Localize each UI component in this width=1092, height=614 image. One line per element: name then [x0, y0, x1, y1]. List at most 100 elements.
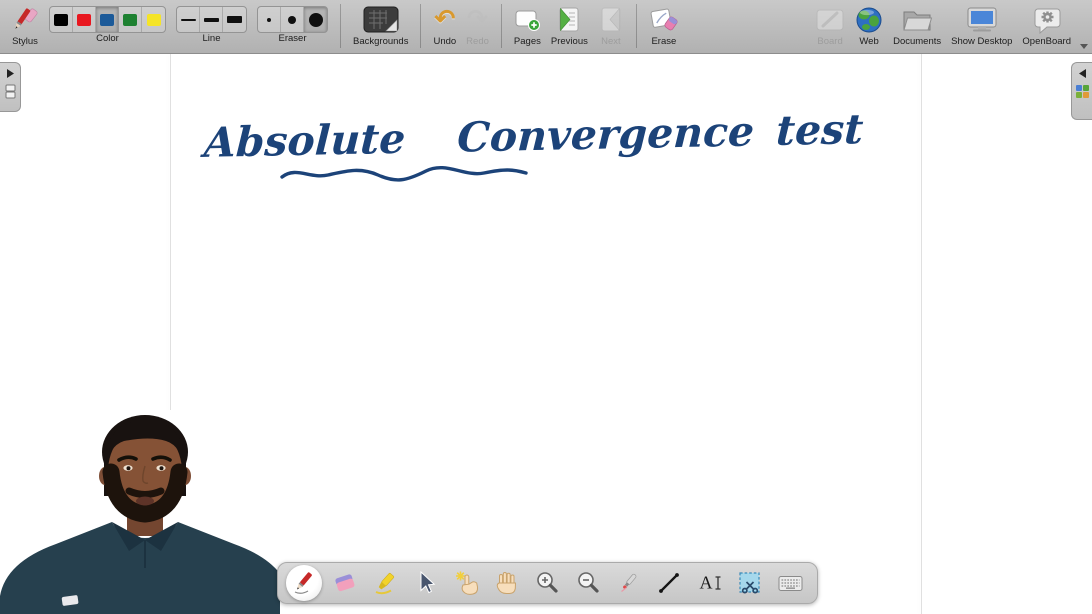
pages-label: Pages: [514, 36, 541, 47]
virtual-keyboard-tool-button[interactable]: [773, 565, 809, 601]
interact-tool-button[interactable]: [448, 565, 484, 601]
line-group: Line: [176, 0, 247, 44]
undo-icon: ↶: [434, 7, 455, 32]
cursor-arrow-icon: [413, 570, 439, 596]
next-label: Next: [601, 36, 621, 47]
new-page-icon: [514, 3, 541, 36]
erase-page-button[interactable]: Erase: [649, 0, 679, 47]
highlighter-icon: [372, 570, 398, 596]
toolbar-overflow-caret-icon[interactable]: [1080, 44, 1088, 49]
show-desktop-icon: [965, 3, 999, 36]
backgrounds-icon: [362, 3, 400, 36]
redo-label: Redo: [466, 36, 489, 47]
page-right-edge: [921, 54, 922, 614]
yellow-swatch: [147, 14, 161, 26]
hand-tool-button[interactable]: [489, 565, 525, 601]
expand-right-arrow-icon: [5, 68, 16, 79]
stylus-icon: [11, 3, 39, 36]
text-tool-icon: A: [697, 570, 723, 596]
eraser-large-button[interactable]: [304, 7, 327, 32]
board-mode-button[interactable]: Board: [815, 0, 845, 47]
line-icon: [656, 570, 682, 596]
eraser-medium-button[interactable]: [281, 7, 304, 32]
selector-tool-button[interactable]: [408, 565, 444, 601]
board-label: Board: [817, 36, 842, 47]
web-mode-button[interactable]: Web: [855, 0, 883, 47]
color-swatch-yellow[interactable]: [142, 7, 165, 32]
toolbar-separator: [636, 4, 637, 48]
line-thin-button[interactable]: [177, 7, 200, 32]
undo-button[interactable]: ↶ Undo: [433, 0, 456, 47]
keyboard-icon: [777, 570, 804, 596]
title-word-2: Convergence: [456, 107, 755, 161]
zoom-in-tool-button[interactable]: [529, 565, 565, 601]
show-desktop-button[interactable]: Show Desktop: [951, 0, 1012, 47]
black-swatch: [54, 14, 68, 26]
openboard-gear-icon: [1032, 3, 1062, 36]
presenter-figure: [0, 410, 280, 614]
previous-page-button[interactable]: Previous: [551, 0, 588, 47]
laser-pointer-tool-button[interactable]: [611, 565, 647, 601]
text-tool-button[interactable]: A: [692, 565, 728, 601]
backgrounds-button[interactable]: Backgrounds: [353, 0, 408, 47]
documents-label: Documents: [893, 36, 941, 47]
presenter-video-overlay: [0, 410, 280, 614]
capture-icon: [737, 570, 763, 596]
small-dot-icon: [267, 18, 271, 22]
eraser-label: Eraser: [279, 33, 307, 44]
web-label: Web: [859, 36, 878, 47]
next-page-icon: [598, 3, 624, 36]
documents-mode-button[interactable]: Documents: [893, 0, 941, 47]
expand-left-arrow-icon: [1077, 68, 1088, 79]
blue-swatch: [100, 14, 114, 26]
top-toolbar: Stylus Color Line Eraser: [0, 0, 1092, 54]
color-swatch-blue[interactable]: [96, 7, 119, 32]
toolbar-separator: [420, 4, 421, 48]
redo-button[interactable]: ↷ Redo: [466, 0, 489, 47]
backgrounds-label: Backgrounds: [353, 36, 408, 47]
previous-page-icon: [556, 3, 582, 36]
web-globe-icon: [855, 3, 883, 36]
color-swatch-red[interactable]: [73, 7, 96, 32]
zoom-out-tool-button[interactable]: [570, 565, 606, 601]
board-icon: [815, 3, 845, 36]
capture-tool-button[interactable]: [732, 565, 768, 601]
color-swatch-black[interactable]: [50, 7, 73, 32]
eraser-tool-button[interactable]: [327, 565, 363, 601]
documents-folder-icon: [901, 3, 933, 36]
openboard-menu-button[interactable]: OpenBoard: [1022, 0, 1071, 47]
thick-line-icon: [227, 16, 242, 23]
eraser-icon: [332, 570, 358, 596]
line-medium-button[interactable]: [200, 7, 223, 32]
title-word-1: Absolute: [203, 115, 407, 167]
large-dot-icon: [309, 13, 323, 27]
erase-label: Erase: [651, 36, 676, 47]
highlighter-tool-button[interactable]: [367, 565, 403, 601]
left-drawer-tab[interactable]: [0, 62, 21, 112]
stylus-label: Stylus: [12, 36, 38, 47]
green-swatch: [123, 14, 137, 26]
color-label: Color: [96, 33, 119, 44]
pointing-hand-icon: [453, 570, 480, 596]
toolbar-separator: [340, 4, 341, 48]
laser-pointer-icon: [616, 570, 642, 596]
title-word-3: test: [775, 105, 864, 155]
line-thick-button[interactable]: [223, 7, 246, 32]
toolbar-separator: [501, 4, 502, 48]
pages-button[interactable]: Pages: [514, 0, 541, 47]
library-icon: [1075, 84, 1090, 99]
color-swatch-green[interactable]: [119, 7, 142, 32]
erase-page-icon: [649, 3, 679, 36]
eraser-small-button[interactable]: [258, 7, 281, 32]
medium-dot-icon: [288, 16, 296, 24]
pen-tool-button[interactable]: [286, 565, 322, 601]
right-drawer-tab[interactable]: [1071, 62, 1092, 120]
line-tool-button[interactable]: [651, 565, 687, 601]
openboard-label: OpenBoard: [1022, 36, 1071, 47]
toolbar-right-group: Board Web Documents: [810, 0, 1086, 47]
tool-dock: A: [277, 562, 818, 604]
next-page-button[interactable]: Next: [598, 0, 624, 47]
redo-icon: ↷: [467, 7, 488, 32]
show-desktop-label: Show Desktop: [951, 36, 1012, 47]
stylus-button[interactable]: Stylus: [11, 0, 39, 47]
